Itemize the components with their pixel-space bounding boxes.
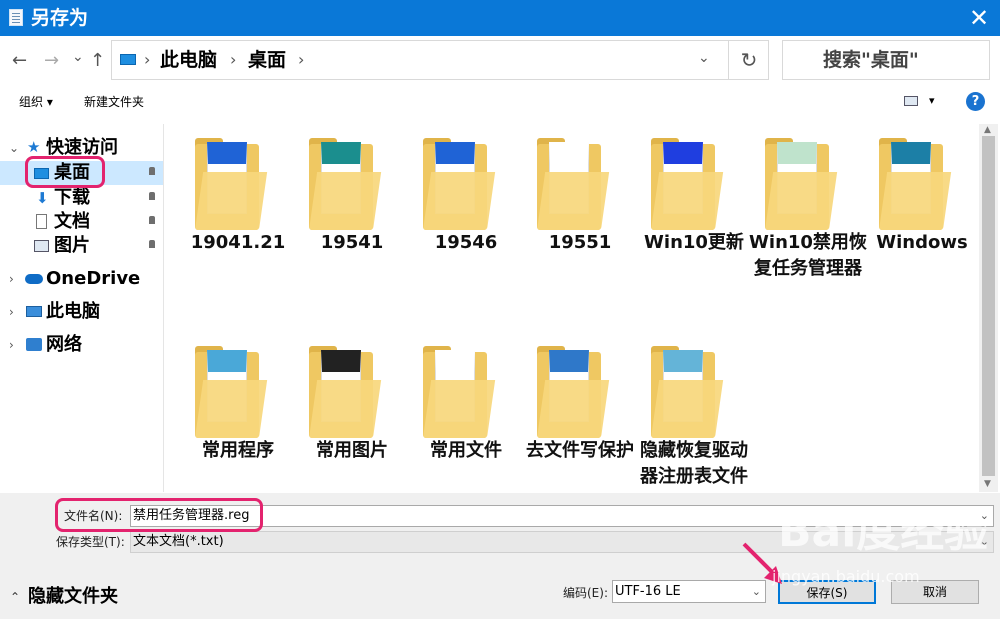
address-dropdown-icon[interactable]: ⌄ bbox=[698, 50, 710, 66]
address-bar[interactable]: › 此电脑 › 桌面 › ⌄ ↻ bbox=[111, 40, 769, 80]
cloud-icon bbox=[25, 274, 43, 284]
chevron-right-icon[interactable]: › bbox=[9, 270, 14, 288]
folder-icon bbox=[195, 380, 268, 438]
back-icon[interactable]: ← bbox=[12, 50, 27, 72]
nav-item-pictures-label: 图片 bbox=[54, 235, 90, 256]
file-item[interactable]: Windows bbox=[869, 132, 979, 332]
nav-item-documents[interactable]: 文档 bbox=[0, 210, 163, 234]
up-icon[interactable]: ↑ bbox=[90, 50, 105, 72]
file-item[interactable]: 19541 bbox=[299, 132, 409, 332]
search-input[interactable]: 搜索"桌面" bbox=[782, 40, 990, 80]
scroll-down-icon[interactable]: ▼ bbox=[984, 479, 991, 489]
folder-icon bbox=[195, 172, 268, 230]
recent-locations-icon[interactable]: ⌄ bbox=[72, 46, 84, 68]
file-item[interactable]: Win10更新 bbox=[641, 132, 751, 332]
highlight-box bbox=[25, 156, 105, 188]
folder-icon bbox=[651, 380, 724, 438]
nav-this-pc-label: 此电脑 bbox=[46, 301, 100, 322]
folder-icon bbox=[309, 172, 382, 230]
file-name: 常用文件 bbox=[430, 440, 502, 461]
nav-item-pictures[interactable]: 图片 bbox=[0, 234, 163, 258]
breadcrumb-this-pc[interactable]: 此电脑 bbox=[160, 49, 217, 71]
encoding-label: 编码(E): bbox=[563, 586, 608, 600]
file-name: 19541 bbox=[320, 232, 384, 253]
folder-icon bbox=[537, 380, 610, 438]
folder-icon bbox=[879, 172, 952, 230]
vertical-scrollbar[interactable]: ▲ ▼ bbox=[979, 124, 998, 492]
breadcrumb-separator[interactable]: › bbox=[230, 49, 236, 71]
computer-icon bbox=[26, 306, 42, 317]
file-item[interactable]: Win10禁用恢复任务管理器 bbox=[749, 132, 867, 332]
new-folder-button[interactable]: 新建文件夹 bbox=[84, 94, 144, 110]
star-icon: ★ bbox=[27, 138, 41, 156]
folder-icon bbox=[309, 380, 382, 438]
breadcrumb-separator[interactable]: › bbox=[298, 49, 304, 71]
nav-this-pc[interactable]: › 此电脑 bbox=[0, 300, 163, 324]
nav-item-downloads[interactable]: ⬇ 下载 bbox=[0, 186, 163, 210]
file-name: 隐藏恢复驱动器注册表文件 bbox=[640, 440, 748, 487]
pin-icon[interactable] bbox=[149, 167, 155, 175]
file-item[interactable]: 19546 bbox=[413, 132, 523, 332]
watermark-url: jingyan.baidu.com bbox=[772, 567, 920, 586]
chevron-right-icon[interactable]: › bbox=[9, 336, 14, 354]
folder-icon bbox=[651, 172, 724, 230]
refresh-icon[interactable]: ↻ bbox=[728, 41, 769, 79]
toolbar: 组织 ▾ 新建文件夹 ▾ bbox=[0, 84, 1000, 120]
filetype-value: 文本文档(*.txt) bbox=[133, 534, 224, 549]
chevron-right-icon[interactable]: › bbox=[9, 303, 14, 321]
close-button[interactable]: ✕ bbox=[962, 2, 996, 34]
pin-icon[interactable] bbox=[149, 240, 155, 248]
nav-item-downloads-label: 下载 bbox=[54, 187, 90, 208]
pictures-icon bbox=[34, 240, 49, 252]
nav-onedrive-label: OneDrive bbox=[46, 268, 141, 289]
notepad-icon bbox=[9, 9, 23, 26]
file-name: Win10更新 bbox=[644, 232, 744, 253]
scrollbar-thumb[interactable] bbox=[982, 136, 995, 476]
chevron-down-icon[interactable]: ⌄ bbox=[9, 139, 19, 157]
encoding-value: UTF-16 LE bbox=[615, 584, 681, 599]
help-button[interactable]: ? bbox=[966, 92, 985, 111]
nav-item-documents-label: 文档 bbox=[54, 211, 90, 232]
organize-button[interactable]: 组织 ▾ bbox=[19, 94, 53, 110]
download-icon: ⬇ bbox=[36, 189, 49, 207]
forward-icon[interactable]: → bbox=[44, 50, 59, 72]
nav-onedrive[interactable]: › OneDrive bbox=[0, 267, 163, 291]
file-name: 19041.21 bbox=[190, 232, 286, 253]
document-icon bbox=[36, 214, 47, 229]
view-dropdown-icon[interactable]: ▾ bbox=[929, 93, 935, 109]
this-pc-icon bbox=[120, 54, 136, 65]
network-icon bbox=[26, 338, 42, 351]
file-name: 常用图片 bbox=[316, 440, 388, 461]
chevron-up-icon[interactable]: ⌃ bbox=[10, 587, 20, 607]
folder-icon bbox=[765, 172, 838, 230]
file-name: 19546 bbox=[434, 232, 498, 253]
file-name: 去文件写保护 bbox=[526, 440, 634, 461]
pin-icon[interactable] bbox=[149, 216, 155, 224]
hide-folders-toggle[interactable]: 隐藏文件夹 bbox=[28, 586, 118, 608]
file-name: Win10禁用恢复任务管理器 bbox=[749, 232, 867, 279]
file-name: Windows bbox=[876, 232, 968, 253]
nav-network[interactable]: › 网络 bbox=[0, 333, 163, 357]
window-title: 另存为 bbox=[31, 7, 89, 29]
view-options-icon[interactable] bbox=[904, 96, 918, 106]
file-name: 19551 bbox=[548, 232, 612, 253]
filetype-label: 保存类型(T): bbox=[56, 535, 125, 549]
file-item[interactable]: 19041.21 bbox=[185, 132, 295, 332]
folder-icon bbox=[537, 172, 610, 230]
breadcrumb-desktop[interactable]: 桌面 bbox=[248, 49, 286, 71]
file-name: 常用程序 bbox=[202, 440, 274, 461]
breadcrumb-separator[interactable]: › bbox=[144, 49, 150, 71]
pin-icon[interactable] bbox=[149, 192, 155, 200]
file-item[interactable]: 19551 bbox=[527, 132, 637, 332]
scroll-up-icon[interactable]: ▲ bbox=[984, 125, 991, 135]
nav-network-label: 网络 bbox=[46, 334, 82, 355]
watermark-logo: Bai度经验 bbox=[778, 506, 989, 557]
folder-icon bbox=[423, 380, 496, 438]
folder-icon bbox=[423, 172, 496, 230]
highlight-box bbox=[55, 498, 263, 532]
title-bar: 另存为 ✕ bbox=[0, 0, 1000, 36]
